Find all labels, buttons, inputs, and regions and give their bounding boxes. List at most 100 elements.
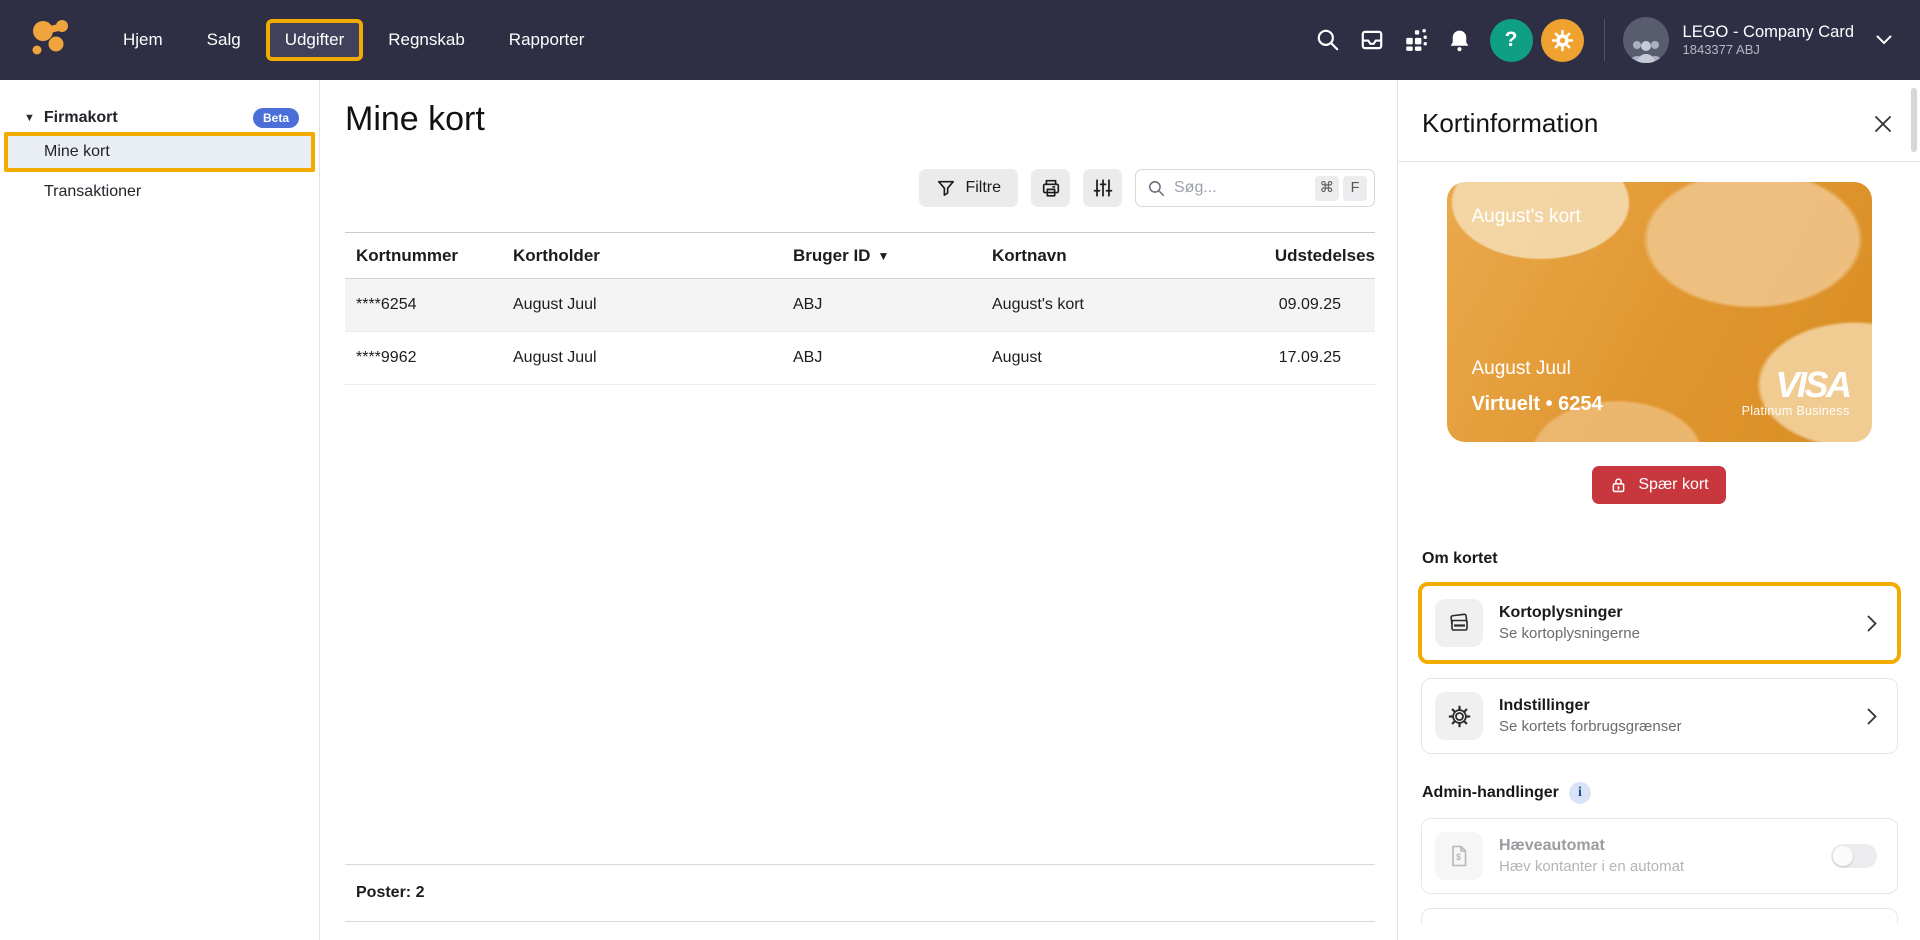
panel-header: Kortinformation	[1398, 80, 1920, 162]
panel-title: Kortinformation	[1422, 108, 1598, 139]
chevron-down-icon[interactable]	[1876, 35, 1892, 45]
cell-kortholder: August Juul	[502, 349, 782, 367]
account-id: 1843377 ABJ	[1683, 42, 1854, 58]
cards-table: Kortnummer Kortholder Bruger ID ▼ Kortna…	[345, 232, 1375, 385]
cell-bruger-id: ABJ	[782, 296, 981, 314]
top-navigation: Hjem Salg Udgifter Regnskab Rapporter	[0, 0, 1920, 80]
block-card-button[interactable]: Spær kort	[1592, 466, 1725, 504]
next-admin-item-partial	[1421, 908, 1898, 924]
sidebar-item-transaktioner[interactable]: Transaktioner	[0, 172, 319, 212]
cell-kortnummer: ****9962	[345, 349, 502, 367]
cell-bruger-id: ABJ	[782, 349, 981, 367]
menu-item-salg[interactable]: Salg	[188, 19, 260, 61]
table-header-row: Kortnummer Kortholder Bruger ID ▼ Kortna…	[345, 233, 1375, 279]
item-subtitle: Hæv kontanter i en automat	[1499, 858, 1815, 875]
lock-icon	[1609, 476, 1628, 495]
gear-outline-icon	[1435, 692, 1483, 740]
column-header-kortnummer[interactable]: Kortnummer	[345, 246, 502, 266]
chevron-right-icon	[1867, 708, 1877, 725]
settings-button[interactable]	[1541, 19, 1584, 62]
column-header-udstedelses[interactable]: Udstedelses	[1170, 246, 1375, 266]
beta-badge: Beta	[253, 108, 299, 128]
search-icon[interactable]	[1306, 17, 1350, 63]
print-button[interactable]	[1031, 169, 1070, 207]
section-admin-handlinger: Admin-handlinger i	[1422, 782, 1896, 804]
menu-item-udgifter[interactable]: Udgifter	[266, 19, 364, 61]
visa-wordmark: VISA	[1742, 370, 1850, 401]
sidebar-item-mine-kort[interactable]: Mine kort	[4, 132, 315, 172]
help-button[interactable]: ?	[1490, 19, 1533, 62]
search-input[interactable]	[1174, 179, 1311, 197]
cash-document-icon: $	[1435, 832, 1483, 880]
printer-icon	[1040, 177, 1062, 199]
info-icon[interactable]: i	[1569, 782, 1591, 804]
item-text: Indstillinger Se kortets forbrugsgrænser	[1499, 697, 1851, 735]
item-title: Hæveautomat	[1499, 837, 1815, 855]
item-subtitle: Se kortets forbrugsgrænser	[1499, 718, 1851, 735]
filter-button[interactable]: Filtre	[919, 169, 1018, 207]
menu-item-hjem[interactable]: Hjem	[104, 19, 182, 61]
svg-text:$: $	[1456, 852, 1461, 862]
card-settings-item[interactable]: Indstillinger Se kortets forbrugsgrænser	[1421, 678, 1898, 754]
card-type-number: Virtuelt • 6254	[1472, 393, 1603, 416]
search-icon	[1147, 179, 1166, 198]
cell-kortnummer: ****6254	[345, 296, 502, 314]
avatar	[1623, 17, 1669, 63]
section-label-text: Om kortet	[1422, 550, 1498, 568]
column-header-bruger-id[interactable]: Bruger ID ▼	[782, 246, 981, 266]
main-menu: Hjem Salg Udgifter Regnskab Rapporter	[104, 19, 603, 61]
column-header-kortnavn[interactable]: Kortnavn	[981, 246, 1170, 266]
visa-tier: Platinum Business	[1742, 404, 1850, 418]
divider	[1604, 19, 1605, 61]
search-box: ⌘ F	[1135, 169, 1375, 207]
section-om-kortet: Om kortet	[1422, 550, 1896, 568]
table-row[interactable]: ****9962 August Juul ABJ August 17.09.25	[345, 332, 1375, 385]
sidebar-section-firmakort[interactable]: ▼ Firmakort Beta	[0, 104, 319, 132]
apps-grid-icon[interactable]	[1394, 17, 1438, 63]
card-details-item[interactable]: Kortoplysninger Se kortoplysningerne	[1418, 582, 1901, 664]
chevron-right-icon	[1867, 615, 1877, 632]
column-header-kortholder[interactable]: Kortholder	[502, 246, 782, 266]
column-settings-button[interactable]	[1083, 169, 1122, 207]
menu-item-regnskab[interactable]: Regnskab	[369, 19, 484, 61]
cell-kortholder: August Juul	[502, 296, 782, 314]
cell-dato: 09.09.25	[1170, 296, 1375, 314]
nav-actions: ?	[1306, 17, 1898, 63]
account-info: LEGO - Company Card 1843377 ABJ	[1683, 22, 1854, 59]
card-holder: August Juul	[1472, 358, 1571, 380]
item-text: Hæveautomat Hæv kontanter i en automat	[1499, 837, 1815, 875]
sort-desc-icon: ▼	[877, 249, 889, 263]
account-name: LEGO - Company Card	[1683, 22, 1854, 43]
inbox-icon[interactable]	[1350, 17, 1394, 63]
column-header-label: Bruger ID	[793, 246, 870, 266]
sidebar-section-label: Firmakort	[44, 109, 118, 127]
table-footer: Poster: 2	[345, 864, 1375, 922]
card-info-panel: Kortinformation August's kort August Juu…	[1397, 80, 1920, 940]
scrollbar[interactable]	[1911, 88, 1917, 152]
table-row[interactable]: ****6254 August Juul ABJ August's kort 0…	[345, 279, 1375, 332]
account-menu[interactable]: LEGO - Company Card 1843377 ABJ	[1623, 17, 1898, 63]
sidebar: ▼ Firmakort Beta Mine kort Transaktioner	[0, 80, 320, 940]
f-keycap: F	[1343, 176, 1367, 201]
toolbar: Filtre ⌘	[345, 169, 1375, 207]
funnel-icon	[936, 178, 956, 198]
filter-button-label: Filtre	[965, 179, 1001, 197]
app-logo[interactable]	[28, 17, 74, 63]
close-icon[interactable]	[1872, 113, 1894, 135]
item-title: Indstillinger	[1499, 697, 1851, 715]
section-label-text: Admin-handlinger	[1422, 784, 1559, 802]
atm-withdrawal-item: $ Hæveautomat Hæv kontanter i en automat	[1421, 818, 1898, 894]
block-card-label: Spær kort	[1638, 476, 1708, 494]
card-name: August's kort	[1472, 206, 1581, 228]
record-count: Poster: 2	[356, 884, 424, 902]
notifications-bell-icon[interactable]	[1438, 17, 1482, 63]
cell-kortnavn: August	[981, 349, 1170, 367]
toggle-knob	[1833, 846, 1853, 866]
page-title: Mine kort	[345, 100, 1375, 139]
gear-icon	[1550, 28, 1575, 53]
menu-item-rapporter[interactable]: Rapporter	[490, 19, 604, 61]
sliders-icon	[1092, 177, 1114, 199]
cards-icon	[1435, 599, 1483, 647]
atm-toggle-off[interactable]	[1831, 844, 1877, 868]
item-subtitle: Se kortoplysningerne	[1499, 625, 1851, 642]
